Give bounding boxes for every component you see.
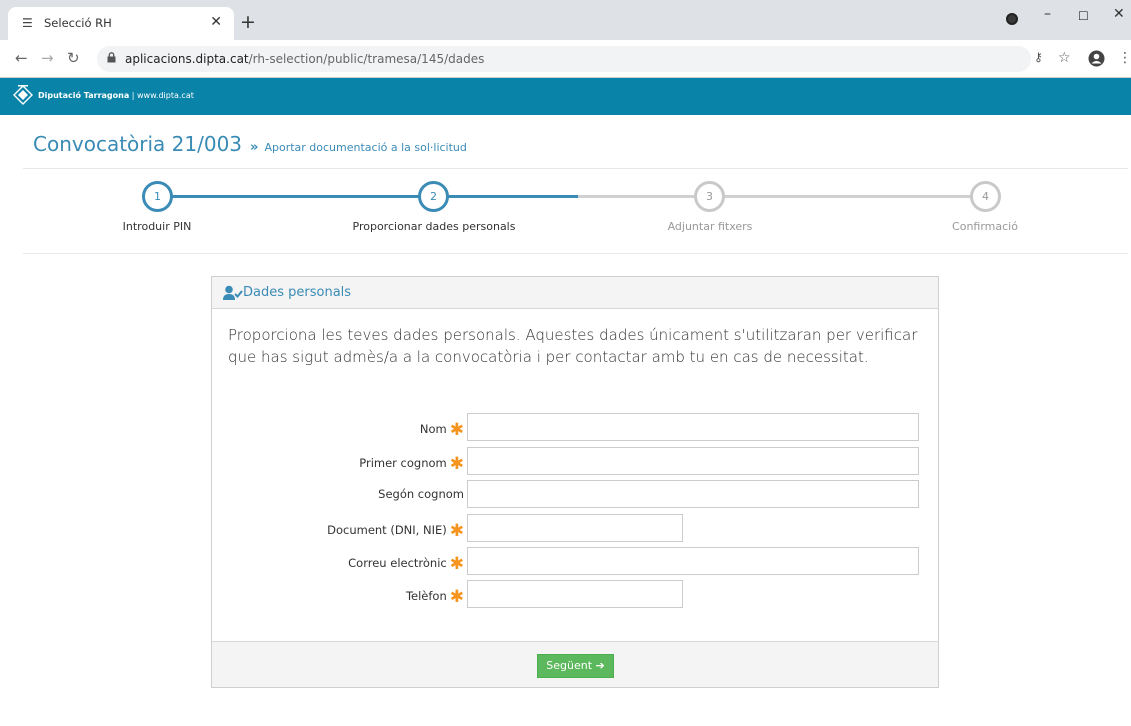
field-label: Document (DNI, NIE) ✱: [327, 521, 464, 541]
progress-stepper: 1 2 3 4 Introduir PIN Proporcionar dades…: [0, 176, 1131, 256]
minimize-icon[interactable]: –: [1044, 6, 1051, 22]
breadcrumb-separator: »: [250, 140, 259, 155]
required-asterisk-icon: ✱: [449, 521, 464, 541]
field-label-text: Correu electrònic: [348, 556, 447, 570]
field-label-text: Nom: [419, 422, 447, 436]
nom-input[interactable]: [467, 413, 919, 441]
address-bar[interactable]: aplicacions.dipta.cat/rh-selection/publi…: [97, 46, 1031, 72]
divider: [23, 168, 1128, 169]
divider: [23, 253, 1128, 254]
field-label-text: Telèfon: [405, 589, 447, 603]
url-host: aplicacions.dipta.cat: [125, 52, 249, 66]
form-row-primer-cognom: Primer cognom ✱: [212, 447, 938, 475]
browser-tab[interactable]: ☰ Selecció RH ✕: [8, 7, 234, 40]
field-label-text: Primer cognom: [359, 456, 447, 470]
field-label: Nom ✱: [420, 420, 464, 440]
form-row-segon-cognom: Segón cognom: [212, 480, 938, 508]
page-content: Diputació Tarragona | www.dipta.cat Conv…: [0, 78, 1131, 726]
url-path: /rh-selection/public/tramesa/145/dades: [248, 52, 485, 66]
form-row-correu: Correu electrònic ✱: [212, 547, 938, 575]
email-input[interactable]: [467, 547, 919, 575]
new-tab-icon[interactable]: +: [240, 11, 256, 33]
page-subtitle: Aportar documentació a la sol·licitud: [264, 141, 467, 154]
panel-header: Dades personals: [212, 277, 938, 309]
url-text: aplicacions.dipta.cat/rh-selection/publi…: [125, 52, 484, 66]
key-icon[interactable]: ⚷: [1034, 50, 1043, 64]
next-button[interactable]: Següent ➔: [537, 654, 614, 678]
next-button-label: Següent: [546, 659, 593, 672]
field-label: Telèfon ✱: [406, 587, 464, 607]
form-row-nom: Nom ✱: [212, 413, 938, 441]
star-icon[interactable]: ☆: [1058, 50, 1071, 66]
field-label: Correu electrònic ✱: [348, 554, 464, 574]
panel-title: Dades personals: [243, 285, 352, 300]
page-title: Convocatòria 21/003: [33, 132, 243, 156]
page-heading: Convocatòria 21/003 » Aportar documentació…: [33, 132, 467, 156]
primer-cognom-input[interactable]: [467, 447, 919, 475]
field-label: Segón cognom: [378, 487, 464, 501]
brand-name: Diputació Tarragona: [38, 91, 130, 100]
tab-strip: ☰ Selecció RH ✕ + – ☐ ✕: [0, 0, 1131, 40]
favicon-icon: ☰: [22, 16, 33, 30]
document-input[interactable]: [467, 514, 683, 542]
panel-footer: Següent ➔: [212, 641, 938, 687]
lock-icon: [107, 52, 116, 63]
field-label: Primer cognom ✱: [359, 454, 464, 474]
step-3-label: Adjuntar fitxers: [667, 220, 753, 233]
personal-data-panel: Dades personals Proporciona les teves da…: [211, 276, 939, 688]
diputacio-logo-icon[interactable]: [12, 84, 34, 106]
brand-site: | www.dipta.cat: [129, 91, 194, 100]
telefon-input[interactable]: [467, 580, 683, 608]
segon-cognom-input[interactable]: [467, 480, 919, 508]
reload-icon[interactable]: ↻: [67, 49, 80, 67]
required-asterisk-icon: ✱: [449, 420, 464, 440]
window-close-icon[interactable]: ✕: [1113, 6, 1125, 22]
site-brand[interactable]: Diputació Tarragona | www.dipta.cat: [38, 91, 194, 100]
step-1-circle: 1: [142, 181, 173, 212]
field-label-text: Segón cognom: [378, 487, 464, 501]
required-asterisk-icon: ✱: [449, 554, 464, 574]
form-row-document: Document (DNI, NIE) ✱: [212, 514, 938, 542]
tab-title: Selecció RH: [44, 16, 112, 30]
profile-indicator-icon[interactable]: [1006, 13, 1018, 25]
tab-close-icon[interactable]: ✕: [210, 14, 222, 30]
step-4-label: Confirmació: [952, 220, 1018, 233]
browser-toolbar: ← → ↻ aplicacions.dipta.cat/rh-selection…: [0, 40, 1131, 78]
account-icon[interactable]: [1088, 50, 1105, 67]
stepper-line-pending: [578, 195, 984, 198]
user-check-icon: [223, 285, 243, 300]
site-banner: Diputació Tarragona | www.dipta.cat: [0, 78, 1131, 115]
forward-icon[interactable]: →: [41, 49, 54, 67]
stepper-line-done: [170, 195, 578, 198]
panel-intro-text: Proporciona les teves dades personals. A…: [228, 326, 918, 366]
step-1-label: Introduir PIN: [122, 220, 192, 233]
step-2-label: Proporcionar dades personals: [352, 220, 516, 233]
arrow-right-icon: ➔: [595, 659, 605, 672]
menu-icon[interactable]: ⋮: [1118, 50, 1131, 66]
required-asterisk-icon: ✱: [449, 587, 464, 607]
maximize-icon[interactable]: ☐: [1078, 9, 1089, 23]
form-row-telefon: Telèfon ✱: [212, 580, 938, 608]
step-3-circle: 3: [694, 181, 725, 212]
step-4-circle: 4: [970, 181, 1001, 212]
required-asterisk-icon: ✱: [449, 454, 464, 474]
step-2-circle: 2: [418, 181, 449, 212]
back-icon[interactable]: ←: [15, 49, 28, 67]
browser-chrome: ☰ Selecció RH ✕ + – ☐ ✕ ← → ↻ aplicacion…: [0, 0, 1131, 78]
field-label-text: Document (DNI, NIE): [327, 523, 447, 537]
